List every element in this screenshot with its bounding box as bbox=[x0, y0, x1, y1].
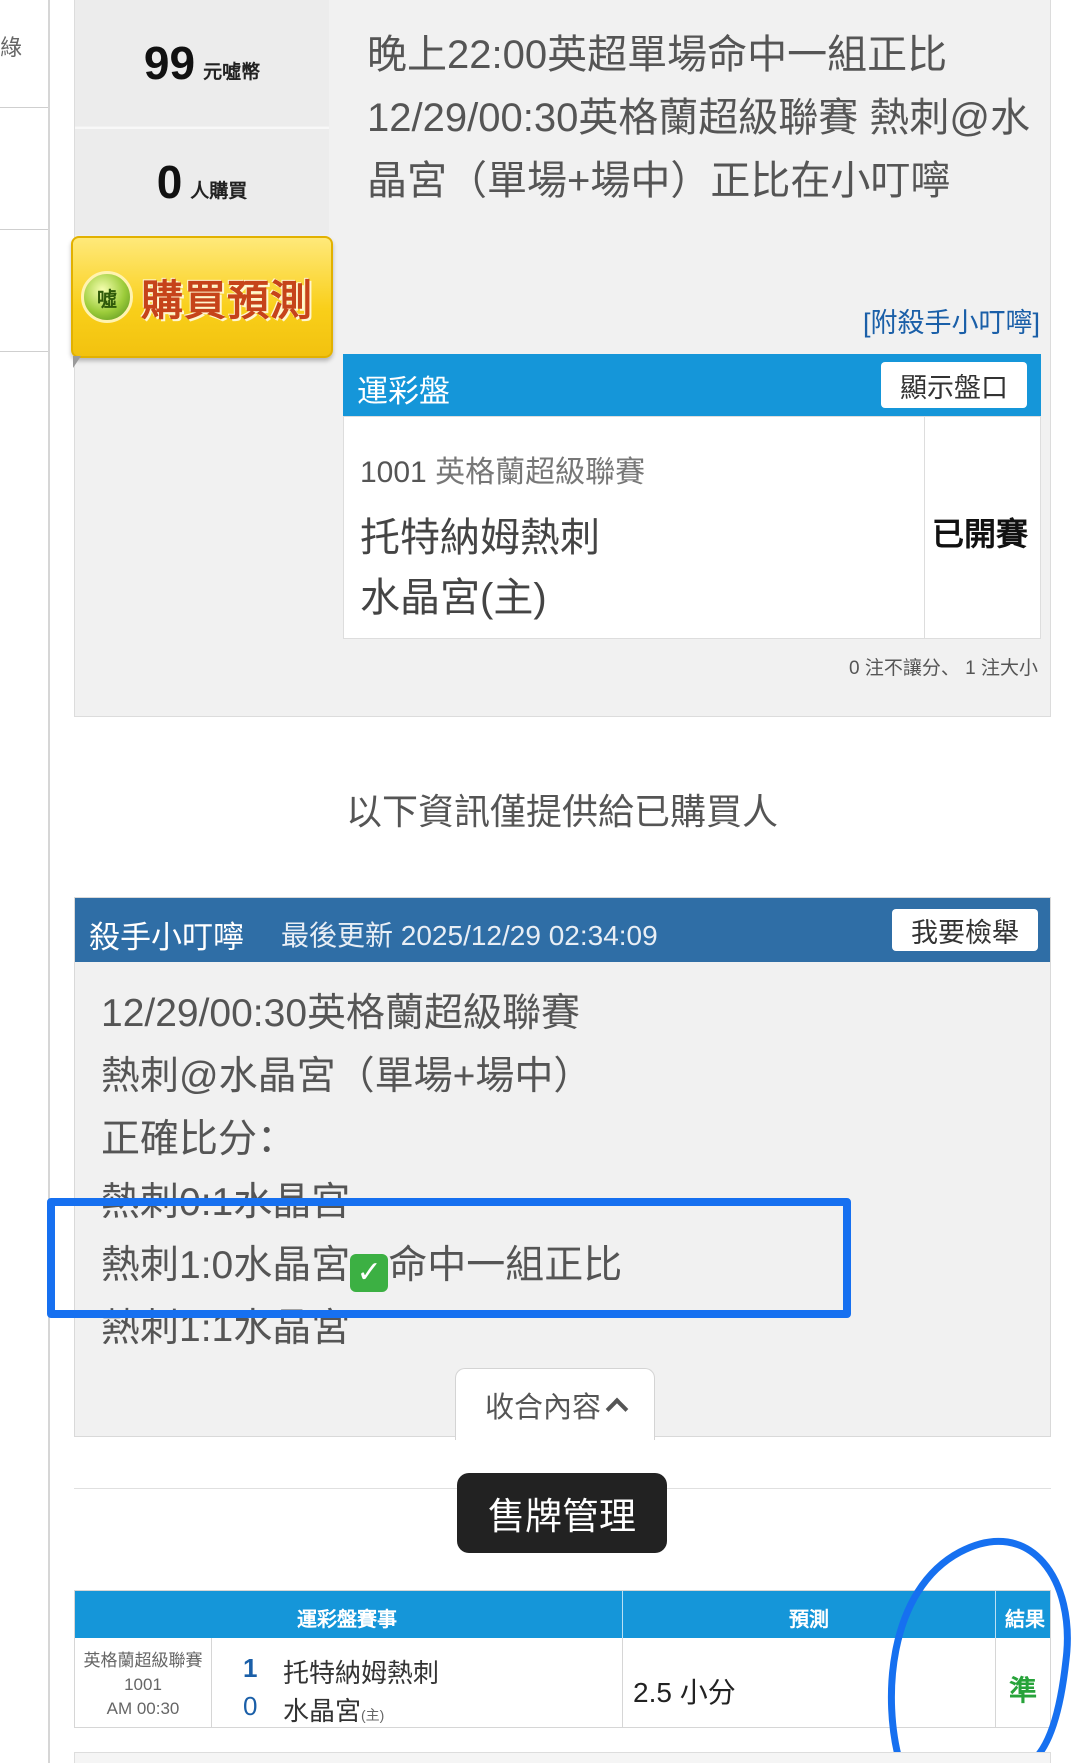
note-line: 正確比分： bbox=[101, 1118, 297, 1161]
away-score: 1 bbox=[243, 1653, 258, 1683]
sidebar-divider bbox=[0, 351, 48, 352]
header-divider bbox=[622, 1591, 623, 1638]
sidebar-divider bbox=[0, 107, 48, 108]
circle-annotation bbox=[887, 1537, 1071, 1763]
collapse-label: 收合內容 bbox=[484, 1391, 601, 1424]
row-game-number: 1001 bbox=[124, 1675, 162, 1694]
price-value: 99 bbox=[143, 37, 196, 89]
collapse-content-button[interactable]: 收合內容 bbox=[455, 1368, 655, 1440]
show-odds-button[interactable]: 顯示盤口 bbox=[881, 362, 1027, 408]
note-line: 熱刺@水晶宮（單場+場中） bbox=[101, 1055, 593, 1098]
row-time: AM 00:30 bbox=[106, 1699, 180, 1718]
header-event: 運彩盤賽事 bbox=[297, 1609, 397, 1631]
odds-game-panel: 1001 英格蘭超級聯賽 托特納姆熱刺 水晶宮(主) 已開賽 bbox=[343, 416, 1041, 639]
chevron-up-icon bbox=[605, 1397, 629, 1420]
game-status: 已開賽 bbox=[932, 516, 1029, 552]
row-league: 英格蘭超級聯賽 bbox=[83, 1651, 203, 1670]
next-card-edge bbox=[74, 1752, 1051, 1763]
sidebar-divider bbox=[0, 229, 48, 230]
league-name: 英格蘭超級聯賽 bbox=[435, 456, 646, 489]
buyers-value: 0 bbox=[156, 156, 183, 208]
highlight-annotation-box bbox=[47, 1198, 851, 1318]
home-mark: (主) bbox=[361, 1707, 385, 1723]
last-updated: 最後更新 2025/12/29 02:34:09 bbox=[281, 920, 658, 951]
price-stat: 99 元噓幣 bbox=[75, 0, 329, 126]
header-prediction: 預測 bbox=[789, 1609, 829, 1631]
buy-prediction-label: 購買預測 bbox=[141, 276, 314, 324]
row-team-home-name: 水晶宮 bbox=[283, 1696, 362, 1726]
sidebar-glyph: 綠 bbox=[0, 35, 23, 60]
report-button[interactable]: 我要檢舉 bbox=[892, 909, 1038, 951]
game-number-line: 1001 英格蘭超級聯賽 bbox=[360, 447, 645, 491]
odds-divider bbox=[924, 417, 925, 638]
home-score: 0 bbox=[243, 1691, 258, 1721]
sell-management-button[interactable]: 售牌管理 bbox=[457, 1473, 667, 1553]
team-home: 水晶宮(主) bbox=[360, 576, 547, 620]
column-divider bbox=[622, 1638, 623, 1727]
buyers-unit: 人購買 bbox=[190, 180, 248, 202]
killer-note-header: 殺手小叮嚀 最後更新 2025/12/29 02:34:09 我要檢舉 bbox=[75, 898, 1050, 962]
buyers-stat: 0 人購買 bbox=[75, 129, 329, 235]
game-number: 1001 bbox=[360, 456, 427, 489]
buyers-only-notice: 以下資訊僅提供給已購買人 bbox=[345, 791, 778, 832]
team-away: 托特納姆熱刺 bbox=[360, 516, 600, 560]
attach-killer-note-link[interactable]: [附殺手小叮嚀] bbox=[863, 301, 1040, 340]
button-ribbon-tail bbox=[73, 356, 81, 368]
odds-header: 運彩盤 顯示盤口 bbox=[343, 354, 1041, 416]
row-team-home: 水晶宮(主) bbox=[283, 1691, 384, 1728]
killer-note-title: 殺手小叮嚀 bbox=[89, 920, 244, 955]
row-team-away: 托特納姆熱刺 bbox=[283, 1658, 440, 1688]
killer-note-card: 殺手小叮嚀 最後更新 2025/12/29 02:34:09 我要檢舉 12/2… bbox=[74, 897, 1051, 1440]
row-game-info: 英格蘭超級聯賽 1001 AM 00:30 bbox=[79, 1649, 207, 1721]
column-divider bbox=[211, 1638, 212, 1727]
prediction-title: 晚上22:00英超單場命中一組正比 12/29/00:30英格蘭超級聯賽 熱刺@… bbox=[367, 33, 1031, 203]
coin-icon: 噓 bbox=[81, 271, 133, 323]
buy-prediction-button[interactable]: 噓 購買預測 bbox=[71, 236, 333, 358]
price-unit: 元噓幣 bbox=[203, 61, 261, 83]
odds-header-label: 運彩盤 bbox=[357, 374, 450, 409]
left-sidebar: 綠 bbox=[0, 0, 50, 1763]
bet-summary: 0 注不讓分、 1 注大小 bbox=[849, 658, 1038, 679]
row-prediction: 2.5 小分 bbox=[633, 1677, 736, 1708]
prediction-card: 99 元噓幣 0 人購買 噓 購買預測 晚上22:00英超單場命中一組正比 12… bbox=[71, 0, 1051, 717]
note-line: 12/29/00:30英格蘭超級聯賽 bbox=[101, 992, 581, 1035]
